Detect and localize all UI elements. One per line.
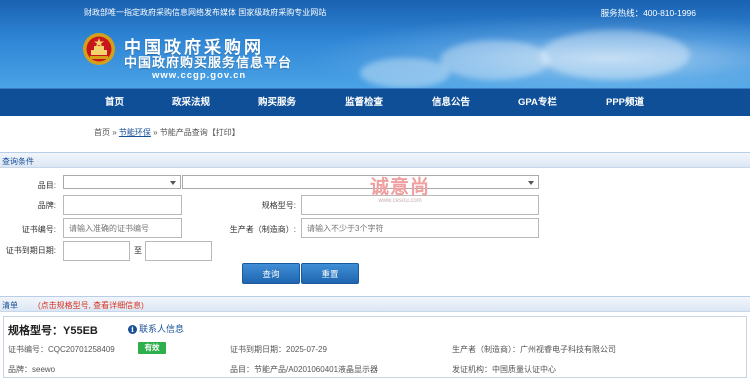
chevron-down-icon [170, 181, 176, 185]
list-panel-title: 清单 [2, 301, 18, 310]
nav-item-supervision[interactable]: 监督检查 [345, 89, 383, 116]
result-model-link[interactable]: 规格型号：Y55EB [8, 322, 98, 338]
header-cloud [540, 30, 690, 80]
national-emblem-icon [83, 33, 115, 65]
search-button[interactable]: 查询 [242, 263, 300, 284]
category-select-secondary[interactable] [182, 175, 539, 189]
brand-label: 品牌: [37, 201, 56, 210]
header-cloud [360, 58, 450, 88]
category-select-primary[interactable] [63, 175, 181, 189]
expiry-from-input[interactable] [63, 241, 130, 261]
site-header: 财政部唯一指定政府采购信息网络发布媒体 国家级政府采购专业网站 服务热线：400… [0, 0, 750, 88]
nav-item-ppp[interactable]: PPP频道 [606, 89, 644, 116]
watermark-text: 诚意尚 [369, 176, 430, 198]
brand-input[interactable] [63, 195, 182, 215]
producer-label: 生产者（制造商）: [229, 225, 296, 234]
producer-input[interactable] [301, 218, 539, 238]
site-subtitle: 中国政府购买服务信息平台 [124, 56, 293, 71]
breadcrumb-separator: » [110, 128, 119, 137]
breadcrumb: 首页 » 节能环保 » 节能产品查询【打印】 [94, 127, 240, 138]
nav-item-regulations[interactable]: 政采法规 [172, 89, 210, 116]
site-url: www.ccgp.gov.cn [152, 70, 247, 81]
query-panel-header: 查询条件 [0, 152, 750, 168]
result-issuer: 发证机构：中国质量认证中心 [452, 365, 556, 374]
cert-no-input[interactable] [63, 218, 182, 238]
result-cert-no: 证书编号：CQC20701258409 [8, 345, 115, 354]
expiry-to-input[interactable] [145, 241, 212, 261]
breadcrumb-separator: » [150, 128, 160, 137]
nav-item-announcements[interactable]: 信息公告 [432, 89, 470, 116]
list-panel-hint: (点击规格型号, 查看详细信息) [38, 301, 144, 310]
chevron-down-icon [528, 181, 534, 185]
print-link[interactable]: 【打印】 [208, 128, 240, 137]
cert-no-label: 证书编号: [21, 225, 56, 234]
header-cloud [440, 40, 550, 80]
expiry-label: 证书到期日期: [5, 246, 56, 255]
watermark-logo: 诚意尚 www.cesou.com [368, 172, 432, 204]
service-hotline: 服务热线：400-810-1996 [600, 8, 696, 18]
result-expiry: 证书到期日期：2025-07-29 [230, 345, 327, 354]
result-category: 品目：节能产品/A0201060401液晶显示器 [230, 365, 379, 374]
date-range-separator: 至 [134, 246, 142, 255]
nav-item-home[interactable]: 首页 [105, 89, 124, 116]
status-badge: 有效 [138, 342, 166, 354]
list-panel-header: 清单 (点击规格型号, 查看详细信息) [0, 296, 750, 312]
contact-info-link[interactable]: i 联系人信息 [128, 322, 184, 335]
category-label: 品目: [37, 181, 56, 190]
result-brand: 品牌：seewo [8, 365, 56, 374]
breadcrumb-eco[interactable]: 节能环保 [119, 128, 151, 137]
contact-info-label: 联系人信息 [139, 324, 185, 334]
nav-item-purchase-services[interactable]: 购买服务 [258, 89, 296, 116]
query-panel-title: 查询条件 [2, 157, 34, 166]
breadcrumb-home[interactable]: 首页 [94, 128, 110, 137]
nav-item-gpa[interactable]: GPA专栏 [518, 89, 557, 116]
reset-button[interactable]: 重置 [301, 263, 359, 284]
result-producer: 生产者（制造商）：广州视睿电子科技有限公司 [452, 345, 616, 354]
model-label: 规格型号: [261, 201, 296, 210]
main-nav: 首页 政采法规 购买服务 监督检查 信息公告 GPA专栏 PPP频道 [0, 88, 750, 116]
breadcrumb-current: 节能产品查询 [159, 128, 208, 137]
info-icon: i [128, 325, 137, 334]
header-slogan: 财政部唯一指定政府采购信息网络发布媒体 国家级政府采购专业网站 [84, 8, 327, 17]
